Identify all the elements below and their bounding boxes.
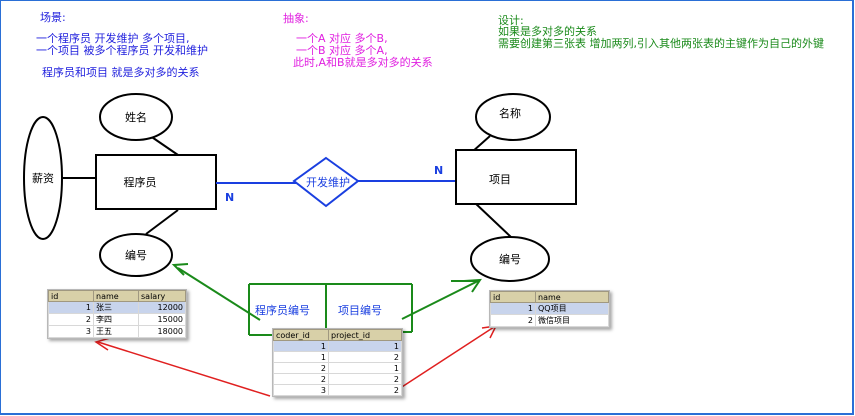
- table-cell: 1: [490, 302, 536, 315]
- table-cell: 2: [490, 314, 536, 327]
- table-cell: 2: [328, 384, 402, 396]
- table-row[interactable]: 2 微信项目: [490, 314, 609, 327]
- table-row[interactable]: 3 2: [273, 384, 402, 396]
- coder-col-salary: salary: [138, 290, 186, 302]
- table-cell: 微信项目: [535, 314, 609, 327]
- table-cell: 1: [48, 301, 94, 314]
- attr-programmer-id-label: 编号: [125, 248, 147, 262]
- project-col-id: id: [490, 291, 536, 303]
- green-arrow-project-line: [401, 280, 479, 320]
- table-cell: 1: [328, 340, 402, 352]
- project-entity-box: [455, 149, 577, 205]
- table-row[interactable]: 2 1: [273, 362, 402, 374]
- table-cell: 1: [273, 340, 329, 352]
- coder-table: id name salary 1 张三 12000 2 李四 15000 3 王…: [47, 289, 187, 339]
- table-row[interactable]: 1 1: [273, 340, 402, 352]
- coder-project-table: coder_id project_id 1 1 1 2 2 1 2 2 3 2: [272, 328, 403, 397]
- project-id-connector: [473, 201, 513, 239]
- table-cell: 2: [328, 351, 402, 363]
- table-row[interactable]: 1 QQ项目: [490, 302, 609, 315]
- table-cell: 李四: [93, 313, 139, 326]
- link-col2-label: 项目编号: [338, 303, 382, 317]
- attr-project-name-label: 名称: [499, 106, 521, 120]
- red-arrow-coder-line: [97, 341, 271, 397]
- table-cell: 2: [48, 313, 94, 326]
- cardinality-left: N: [225, 191, 234, 204]
- project-table: id name 1 QQ项目 2 微信项目: [489, 290, 610, 328]
- programmer-id-connector: [145, 209, 179, 235]
- red-arrow-project-line: [387, 326, 495, 397]
- table-row[interactable]: 2 2: [273, 373, 402, 385]
- project-col-name: name: [535, 291, 609, 303]
- table-cell: 1: [328, 362, 402, 374]
- table-row[interactable]: 2 李四 15000: [48, 313, 186, 326]
- table-cell: 王五: [93, 325, 139, 338]
- table-cell: 2: [328, 373, 402, 385]
- link-col-coder-id: coder_id: [273, 329, 329, 341]
- attr-name-label: 姓名: [125, 110, 147, 124]
- table-row[interactable]: 1 2: [273, 351, 402, 363]
- relationship-label: 开发维护: [306, 175, 350, 189]
- link-col1-label: 程序员编号: [255, 303, 310, 317]
- table-cell: 2: [273, 373, 329, 385]
- table-cell: 3: [273, 384, 329, 396]
- coder-col-name: name: [93, 290, 139, 302]
- table-cell: 3: [48, 325, 94, 338]
- project-entity-label: 项目: [489, 173, 511, 186]
- coder-col-id: id: [48, 290, 94, 302]
- cardinality-right: N: [434, 164, 443, 177]
- table-row[interactable]: 1 张三 12000: [48, 301, 186, 314]
- table-cell: 18000: [138, 325, 186, 338]
- table-row[interactable]: 3 王五 18000: [48, 325, 186, 338]
- table-cell: 张三: [93, 301, 139, 314]
- er-diagram: 姓名 薪资 编号 程序员 N N 开发维护 项目 名称 编号 程序员编号 项目编…: [23, 93, 577, 397]
- table-cell: 15000: [138, 313, 186, 326]
- green-arrow-programmer-line: [177, 267, 261, 321]
- attr-salary-label: 薪资: [32, 172, 54, 185]
- table-cell: 1: [273, 351, 329, 363]
- table-cell: 12000: [138, 301, 186, 314]
- table-cell: QQ项目: [535, 302, 609, 315]
- programmer-entity-label: 程序员: [124, 175, 157, 189]
- er-diagram-canvas: 场景: 一个程序员 开发维护 多个项目, 一个项目 被多个程序员 开发和维护 程…: [0, 0, 855, 416]
- link-col-project-id: project_id: [328, 329, 402, 341]
- table-cell: 2: [273, 362, 329, 374]
- attr-project-id-label: 编号: [499, 252, 521, 266]
